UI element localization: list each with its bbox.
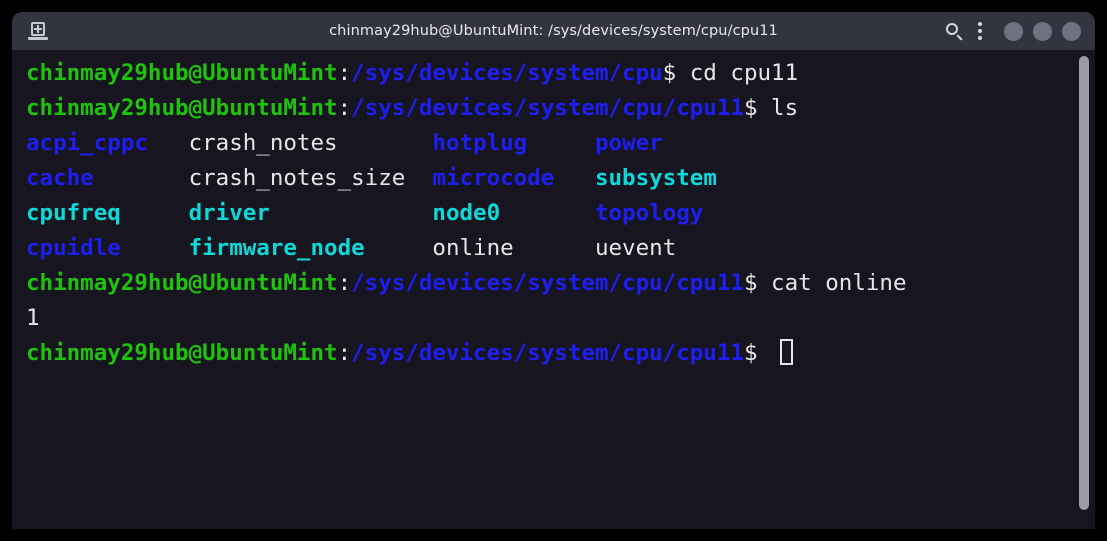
listing-entry: driver <box>188 200 270 226</box>
terminal-output-text: 1 <box>26 305 40 331</box>
prompt-path: /sys/devices/system/cpu/cpu11 <box>351 95 744 121</box>
prompt-colon: : <box>337 340 352 366</box>
terminal-prompt-line: chinmay29hub@UbuntuMint:/sys/devices/sys… <box>26 336 1095 371</box>
kebab-dot <box>978 22 982 26</box>
window-controls <box>1004 21 1081 41</box>
terminal-listing-row: cache crash_notes_size microcode subsyst… <box>26 161 1095 196</box>
listing-entry: cache <box>26 165 94 191</box>
listing-entry: firmware_node <box>188 235 365 261</box>
prompt-sigil: $ <box>743 340 772 366</box>
scrollbar-track[interactable] <box>1077 50 1091 529</box>
prompt-path: /sys/devices/system/cpu <box>351 60 663 86</box>
minimize-button[interactable] <box>1004 21 1023 41</box>
listing-entry: online <box>432 235 514 261</box>
close-button[interactable] <box>1062 21 1081 41</box>
terminal-command: ls <box>771 95 799 121</box>
terminal-command: cd cpu11 <box>689 60 799 86</box>
listing-entry: uevent <box>594 235 677 261</box>
listing-gap <box>121 235 189 261</box>
listing-gap <box>514 235 595 261</box>
kebab-dot <box>978 29 982 33</box>
listing-gap <box>270 200 433 226</box>
listing-entry: hotplug <box>432 130 528 156</box>
terminal-window: chinmay29hub@UbuntuMint: /sys/devices/sy… <box>12 12 1095 529</box>
listing-gap <box>365 235 433 261</box>
kebab-menu-icon[interactable] <box>978 21 984 41</box>
listing-entry: topology <box>594 200 704 226</box>
listing-entry: crash_notes <box>188 130 338 156</box>
listing-gap <box>500 200 595 226</box>
prompt-sigil: $ <box>662 60 690 86</box>
terminal-prompt-line: chinmay29hub@UbuntuMint:/sys/devices/sys… <box>26 266 1095 301</box>
listing-entry: cpuidle <box>26 235 121 261</box>
prompt-path: /sys/devices/system/cpu/cpu11 <box>351 340 744 366</box>
title-bar-left <box>28 22 48 40</box>
new-tab-icon[interactable] <box>28 22 48 40</box>
listing-entry: subsystem <box>594 165 717 191</box>
prompt-colon: : <box>337 60 352 86</box>
maximize-button[interactable] <box>1033 21 1052 41</box>
prompt-sigil: $ <box>743 270 772 296</box>
listing-entry: acpi_cppc <box>26 130 148 156</box>
listing-entry: crash_notes_size <box>188 165 406 191</box>
search-icon[interactable] <box>945 22 964 41</box>
listing-gap <box>148 130 189 156</box>
listing-entry: power <box>594 130 663 156</box>
terminal-screen[interactable]: chinmay29hub@UbuntuMint:/sys/devices/sys… <box>12 50 1095 529</box>
terminal-command: cat online <box>771 270 907 296</box>
title-bar-right <box>945 21 1081 41</box>
terminal-prompt-line: chinmay29hub@UbuntuMint:/sys/devices/sys… <box>26 56 1095 91</box>
prompt-userhost: chinmay29hub@UbuntuMint <box>26 270 338 296</box>
listing-gap <box>405 165 432 191</box>
prompt-userhost: chinmay29hub@UbuntuMint <box>26 95 338 121</box>
terminal-prompt-line: chinmay29hub@UbuntuMint:/sys/devices/sys… <box>26 91 1095 126</box>
new-tab-icon-base <box>28 37 48 40</box>
title-bar: chinmay29hub@UbuntuMint: /sys/devices/sy… <box>12 12 1095 50</box>
prompt-path: /sys/devices/system/cpu/cpu11 <box>351 270 744 296</box>
search-icon-ring <box>946 22 958 35</box>
terminal-listing-row: cpuidle firmware_node online uevent <box>26 231 1095 266</box>
search-icon-handle <box>956 33 963 41</box>
listing-gap <box>121 200 189 226</box>
listing-gap <box>94 165 189 191</box>
prompt-userhost: chinmay29hub@UbuntuMint <box>26 60 338 86</box>
window-title: chinmay29hub@UbuntuMint: /sys/devices/sy… <box>329 23 778 39</box>
new-tab-icon-plus-vertical <box>37 25 39 33</box>
listing-gap <box>527 130 595 156</box>
scrollbar-thumb[interactable] <box>1079 56 1089 510</box>
listing-gap <box>554 165 595 191</box>
terminal-listing-row: acpi_cppc crash_notes hotplug power <box>26 126 1095 161</box>
listing-entry: node0 <box>432 200 501 226</box>
prompt-colon: : <box>337 270 352 296</box>
terminal-cursor <box>780 339 794 365</box>
listing-gap <box>338 130 433 156</box>
prompt-sigil: $ <box>743 95 772 121</box>
listing-entry: cpufreq <box>26 200 121 226</box>
terminal-listing-row: cpufreq driver node0 topology <box>26 196 1095 231</box>
prompt-colon: : <box>337 95 352 121</box>
terminal-output-line: 1 <box>26 301 1095 336</box>
prompt-userhost: chinmay29hub@UbuntuMint <box>26 340 338 366</box>
kebab-dot <box>978 36 982 40</box>
listing-entry: microcode <box>432 165 555 191</box>
